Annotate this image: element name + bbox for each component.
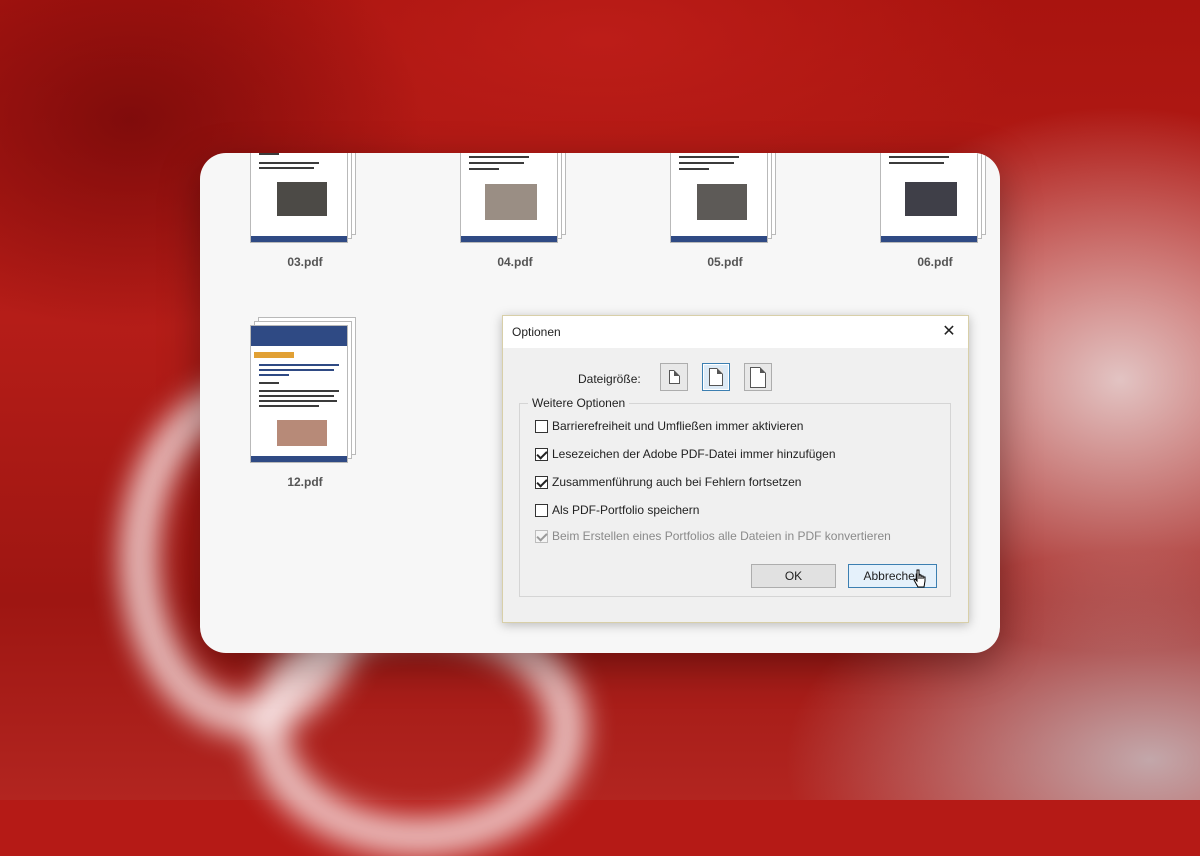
file-name: 12.pdf bbox=[287, 475, 323, 489]
checkbox[interactable] bbox=[535, 503, 548, 517]
mouse-cursor-icon bbox=[913, 569, 926, 588]
large-document-icon bbox=[750, 366, 766, 388]
more-options-legend: Weitere Optionen bbox=[528, 396, 630, 410]
dialog-title: Optionen bbox=[512, 325, 561, 339]
pdf-thumbnail bbox=[670, 153, 768, 243]
file-item[interactable]: 04.pdf bbox=[460, 153, 570, 269]
file-name: 04.pdf bbox=[497, 255, 533, 269]
small-document-icon bbox=[668, 370, 680, 384]
option-label: Beim Erstellen eines Portfolios alle Dat… bbox=[552, 529, 891, 543]
option-continue-on-errors[interactable]: Zusammenführung auch bei Fehlern fortset… bbox=[535, 474, 801, 490]
pdf-thumbnail bbox=[460, 153, 558, 243]
file-name: 05.pdf bbox=[707, 255, 743, 269]
medium-file-size-button[interactable] bbox=[702, 363, 730, 391]
options-dialog: Optionen ✕ Dateigröße: Weitere Optionen … bbox=[502, 315, 969, 623]
file-item[interactable]: 12.pdf bbox=[250, 317, 360, 489]
option-save-as-portfolio[interactable]: Als PDF-Portfolio speichern bbox=[535, 502, 699, 518]
file-item[interactable]: 03.pdf bbox=[250, 153, 360, 269]
checkbox[interactable] bbox=[535, 475, 548, 489]
dialog-titlebar: Optionen ✕ bbox=[503, 316, 968, 348]
option-label: Zusammenführung auch bei Fehlern fortset… bbox=[552, 475, 802, 489]
pdf-thumbnail bbox=[250, 325, 348, 463]
ok-button[interactable]: OK bbox=[751, 564, 836, 588]
option-accessibility-reflow[interactable]: Barrierefreiheit und Umfließen immer akt… bbox=[535, 418, 803, 434]
small-file-size-button[interactable] bbox=[660, 363, 688, 391]
option-label: Lesezeichen der Adobe PDF-Datei immer hi… bbox=[552, 447, 836, 461]
pdf-thumbnail bbox=[880, 153, 978, 243]
option-label: Als PDF-Portfolio speichern bbox=[552, 503, 700, 517]
medium-document-icon bbox=[709, 368, 723, 386]
close-icon[interactable]: ✕ bbox=[936, 320, 962, 344]
file-item[interactable]: 06.pdf bbox=[880, 153, 990, 269]
option-label: Barrierefreiheit und Umfließen immer akt… bbox=[552, 419, 804, 433]
more-options-group: Weitere Optionen Barrierefreiheit und Um… bbox=[519, 396, 951, 597]
file-item[interactable]: 05.pdf bbox=[670, 153, 780, 269]
checkbox bbox=[535, 529, 548, 543]
file-size-label: Dateigröße: bbox=[578, 372, 641, 386]
pdf-thumbnail bbox=[250, 153, 348, 243]
file-name: 03.pdf bbox=[287, 255, 323, 269]
file-browser-panel: 03.pdf 04.pdf 05.pdf 06.pdf 12.pdf Optio… bbox=[200, 153, 1000, 653]
checkbox[interactable] bbox=[535, 447, 548, 461]
large-file-size-button[interactable] bbox=[744, 363, 772, 391]
file-name: 06.pdf bbox=[917, 255, 953, 269]
option-convert-portfolio-files: Beim Erstellen eines Portfolios alle Dat… bbox=[535, 528, 891, 544]
option-add-bookmarks[interactable]: Lesezeichen der Adobe PDF-Datei immer hi… bbox=[535, 446, 836, 462]
checkbox[interactable] bbox=[535, 419, 548, 433]
